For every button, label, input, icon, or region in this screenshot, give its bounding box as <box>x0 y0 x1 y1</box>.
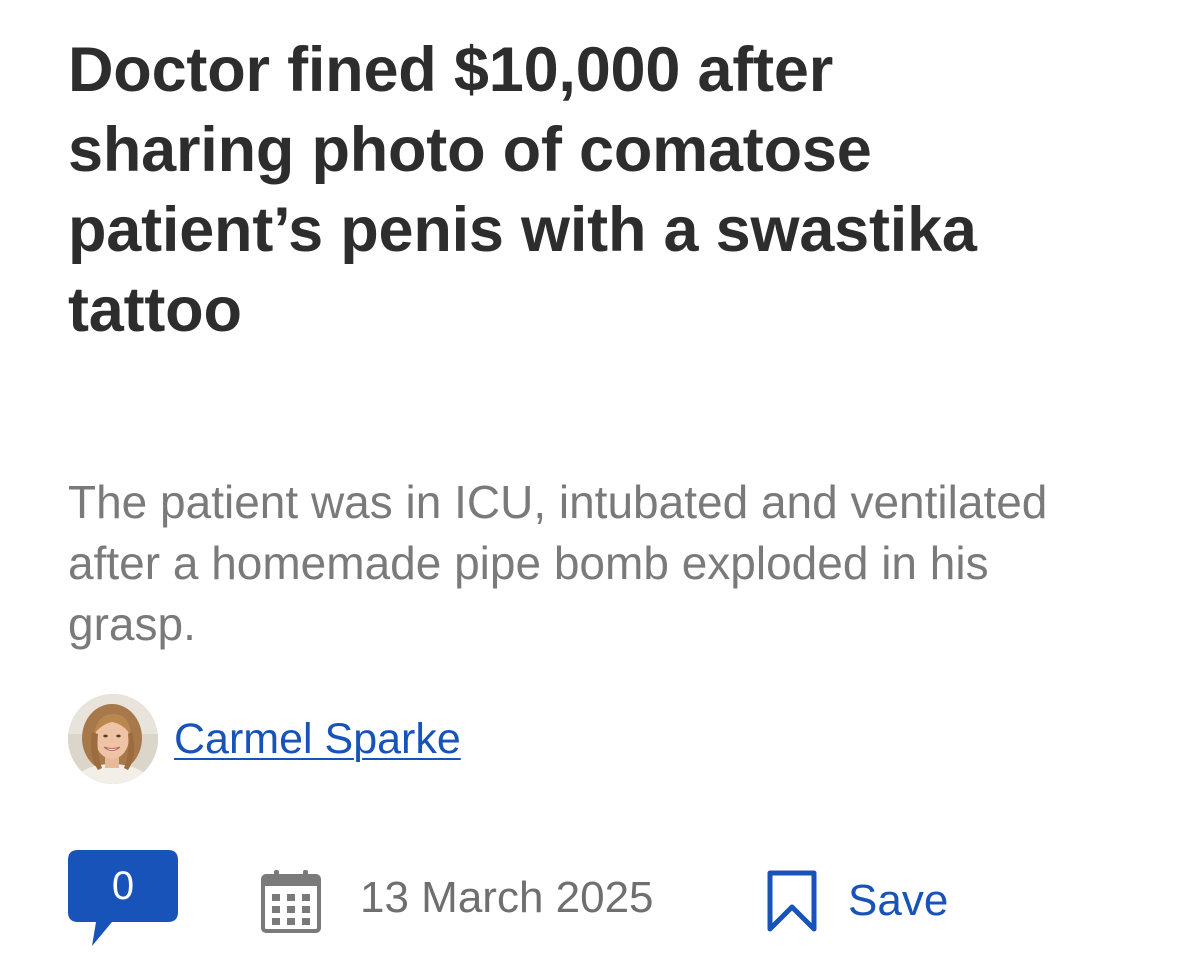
author-link[interactable]: Carmel Sparke <box>174 715 461 764</box>
comment-count: 0 <box>111 864 135 908</box>
bookmark-icon <box>767 870 817 932</box>
save-label: Save <box>848 876 949 925</box>
headline-line: sharing photo of comatose <box>68 115 872 185</box>
publish-date: 13 March 2025 <box>360 873 654 922</box>
byline: Carmel Sparke <box>68 694 461 784</box>
author-photo <box>68 694 158 784</box>
standfirst-line: The patient was in ICU, intubated and ve… <box>68 476 1048 528</box>
headline-line: Doctor fined $10,000 after <box>68 35 834 105</box>
article: Doctor fined $10,000 after sharing photo… <box>68 0 1178 946</box>
save-button[interactable]: Save <box>766 868 948 934</box>
headline: Doctor fined $10,000 after sharing photo… <box>68 0 1178 350</box>
author-avatar[interactable] <box>68 694 158 784</box>
standfirst-line: grasp. <box>68 598 196 650</box>
article-meta: 0 13 March 2025 Save <box>68 850 1068 950</box>
standfirst: The patient was in ICU, intubated and ve… <box>68 472 1158 655</box>
comments-button[interactable]: 0 <box>68 850 178 946</box>
headline-line: tattoo <box>68 275 242 345</box>
standfirst-line: after a homemade pipe bomb exploded in h… <box>68 537 989 589</box>
calendar-icon <box>261 870 321 933</box>
headline-line: patient’s penis with a swastika <box>68 195 977 265</box>
